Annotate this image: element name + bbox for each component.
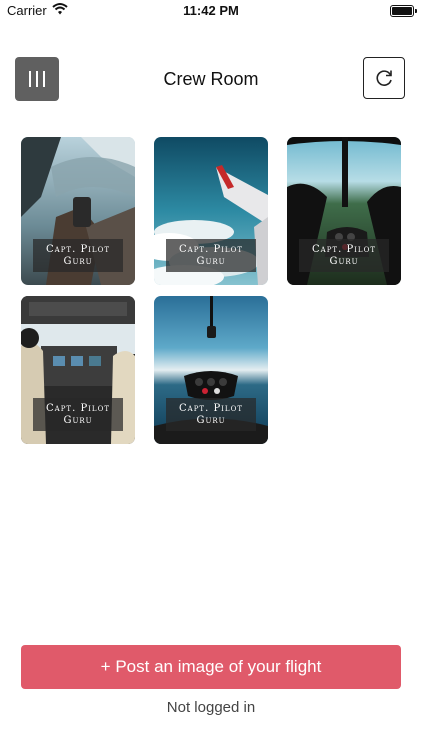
author-name-line1: Capt. Pilot (179, 402, 243, 414)
author-name-line2: Guru (196, 255, 226, 267)
status-bar: Carrier 11:42 PM (0, 0, 422, 22)
post-image-button[interactable]: + Post an image of your flight (21, 645, 401, 689)
author-name-line1: Capt. Pilot (46, 402, 110, 414)
post-tile[interactable]: Capt. Pilot Guru (21, 137, 135, 285)
post-tile[interactable]: Capt. Pilot Guru (154, 296, 268, 444)
clock: 11:42 PM (183, 3, 239, 18)
refresh-button[interactable] (363, 57, 405, 99)
author-name-line2: Guru (63, 414, 93, 426)
author-name-line2: Guru (63, 255, 93, 267)
author-name-line1: Capt. Pilot (179, 243, 243, 255)
post-tile[interactable]: Capt. Pilot Guru (154, 137, 268, 285)
author-name-line1: Capt. Pilot (46, 243, 110, 255)
post-author-label: Capt. Pilot Guru (299, 239, 389, 272)
author-name-line2: Guru (196, 414, 226, 426)
post-author-label: Capt. Pilot Guru (166, 239, 256, 272)
refresh-icon (376, 70, 392, 86)
post-author-label: Capt. Pilot Guru (33, 398, 123, 431)
author-name-line1: Capt. Pilot (312, 243, 376, 255)
page-title: Crew Room (163, 69, 259, 89)
post-author-label: Capt. Pilot Guru (166, 398, 256, 431)
post-author-label: Capt. Pilot Guru (33, 239, 123, 272)
post-tile[interactable]: Capt. Pilot Guru (287, 137, 401, 285)
battery-icon (390, 5, 417, 17)
login-status: Not logged in (166, 699, 256, 716)
author-name-line2: Guru (329, 255, 359, 267)
post-tile[interactable]: Capt. Pilot Guru (21, 296, 135, 444)
